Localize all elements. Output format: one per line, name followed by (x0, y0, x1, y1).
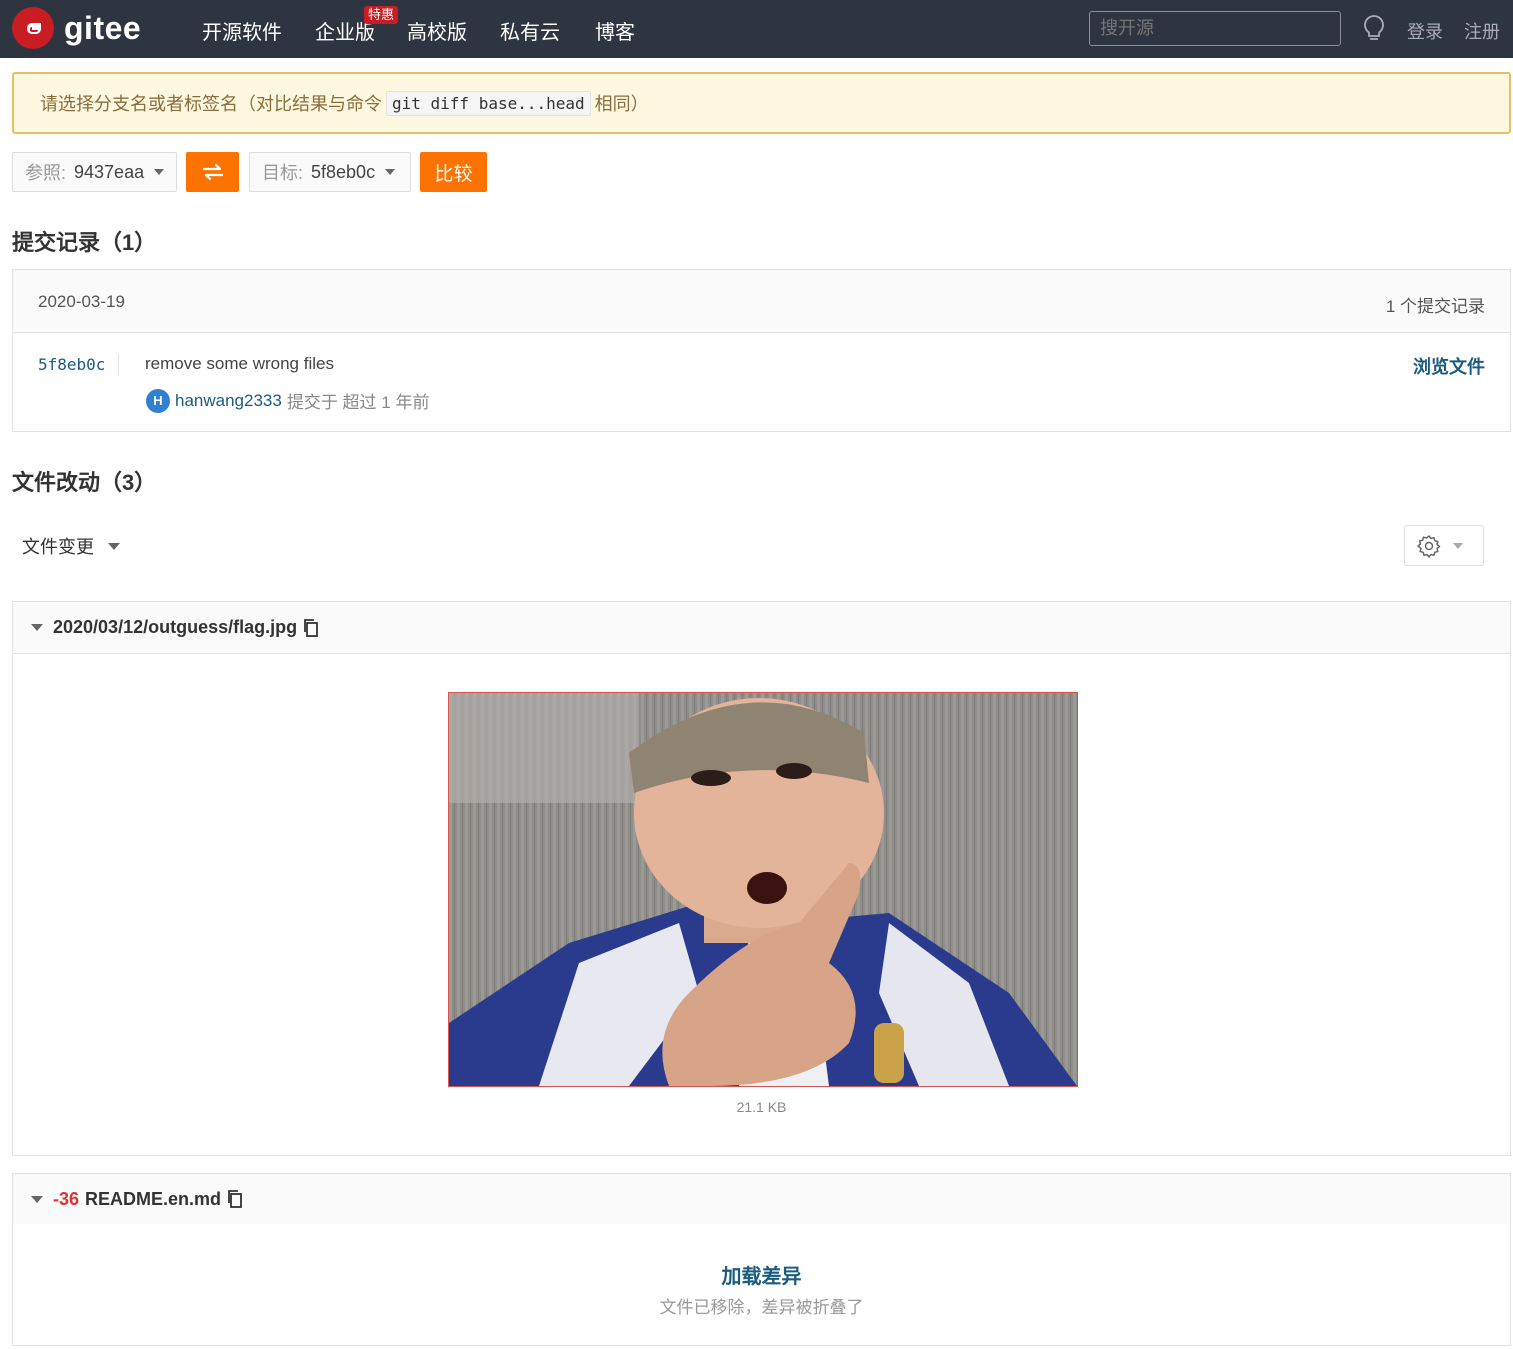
nav-private-cloud[interactable]: 私有云 (500, 16, 560, 45)
commit-date: 2020-03-19 (38, 292, 125, 311)
diff-settings-button[interactable] (1404, 525, 1484, 566)
target-ref-label: 目标: (262, 163, 304, 183)
register-link[interactable]: 注册 (1464, 18, 1500, 44)
caret-down-icon (385, 169, 396, 175)
search-input[interactable] (1089, 11, 1341, 46)
browse-files-link[interactable]: 浏览文件 (1413, 353, 1485, 379)
collapse-triangle-icon[interactable] (31, 1195, 43, 1203)
promo-badge: 特惠 (364, 6, 399, 24)
gear-icon (1417, 534, 1441, 558)
target-ref-value: 5f8eb0c (311, 161, 376, 182)
divider (118, 354, 119, 376)
compare-button[interactable]: 比较 (420, 152, 487, 192)
commit-author-line: H hanwang2333 提交于 超过 1 年前 (146, 388, 429, 413)
login-link[interactable]: 登录 (1407, 18, 1443, 44)
top-navbar: gitee 开源软件 企业版 特惠 高校版 私有云 博客 登录 注册 (0, 0, 1513, 58)
file-diff-readme-en: -36 README.en.md 加载差异 文件已移除，差异被折叠了 (12, 1173, 1511, 1346)
file-path[interactable]: 2020/03/12/outguess/flag.jpg (53, 617, 297, 638)
caret-down-icon (108, 542, 120, 550)
base-ref-select[interactable]: 参照: 9437eaa (12, 152, 177, 192)
lightbulb-icon[interactable] (1362, 14, 1386, 49)
copy-icon[interactable] (227, 1190, 243, 1208)
deletions-count: -36 (53, 1188, 80, 1209)
copy-icon[interactable] (303, 618, 319, 637)
file-changes-dropdown[interactable]: 文件变更 (22, 533, 120, 559)
base-ref-label: 参照: (25, 163, 67, 183)
base-ref-value: 9437eaa (74, 161, 145, 182)
commit-author[interactable]: hanwang2333 (175, 391, 282, 411)
file-changes-title: 文件改动（3） (12, 470, 157, 495)
commit-sha[interactable]: 5f8eb0c (38, 355, 105, 374)
target-ref-select[interactable]: 目标: 5f8eb0c (249, 152, 411, 192)
notice-command: git diff base...head (386, 90, 591, 116)
caret-down-icon (154, 169, 165, 175)
swap-icon (202, 163, 223, 181)
commit-count: 1 个提交记录 (1385, 297, 1485, 316)
nav-open-source[interactable]: 开源软件 (202, 16, 282, 45)
nav-blog[interactable]: 博客 (595, 16, 635, 45)
gitee-logo-icon (12, 7, 54, 49)
file-changes-label: 文件变更 (22, 537, 94, 557)
swap-button[interactable] (186, 152, 239, 192)
commit-message[interactable]: remove some wrong files (145, 354, 334, 374)
load-diff-link[interactable]: 加载差异 (13, 1260, 1510, 1289)
file-diff-header[interactable]: 2020/03/12/outguess/flag.jpg (13, 602, 1510, 654)
image-preview (448, 692, 1078, 1087)
commit-group-header: 2020-03-19 1 个提交记录 (13, 270, 1510, 333)
nav-education[interactable]: 高校版 (407, 16, 467, 45)
file-path[interactable]: README.en.md (85, 1189, 221, 1210)
commits-title: 提交记录（1） (12, 230, 157, 255)
logo-text: gitee (64, 9, 142, 46)
caret-down-icon (1453, 542, 1463, 549)
file-diff-header[interactable]: -36 README.en.md (13, 1174, 1510, 1224)
image-content (449, 693, 1077, 1086)
gitee-logo[interactable]: gitee (12, 7, 141, 49)
notice-suffix: 相同） (594, 94, 649, 114)
commit-meta: 提交于 超过 1 年前 (286, 393, 430, 412)
collapsed-note: 文件已移除，差异被折叠了 (659, 1298, 864, 1317)
compare-notice: 请选择分支名或者标签名（对比结果与命令 git diff base...head… (12, 72, 1511, 134)
file-diff-flag-jpg: 2020/03/12/outguess/flag.jpg 21.1 KB (12, 601, 1511, 1156)
commit-list: 2020-03-19 1 个提交记录 5f8eb0c remove some w… (12, 269, 1511, 432)
notice-prefix: 请选择分支名或者标签名（对比结果与命令 (40, 94, 382, 114)
collapse-triangle-icon[interactable] (31, 624, 43, 631)
avatar[interactable]: H (146, 388, 170, 413)
file-size: 21.1 KB (736, 1099, 787, 1115)
